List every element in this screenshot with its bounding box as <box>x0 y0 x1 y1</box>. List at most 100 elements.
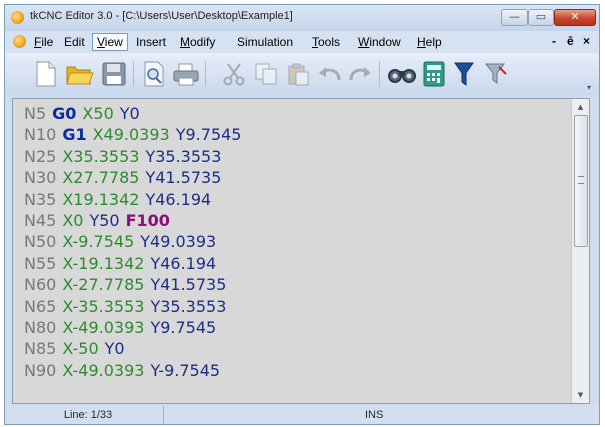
minimize-button[interactable]: — <box>501 9 528 26</box>
document-icon[interactable] <box>13 35 26 48</box>
code-line[interactable]: N55 X-19.1342 Y46.194 <box>24 253 571 274</box>
code-token-seq: N30 <box>24 168 57 188</box>
status-bar: Line: 1/33 INS <box>5 406 599 424</box>
redo-icon[interactable] <box>345 59 375 89</box>
mdi-close-button[interactable]: × <box>583 34 590 48</box>
code-editor[interactable]: N5 G0 X50 Y0 N10 G1 X49.0393 Y9.7545 N25 X35.3553… <box>12 98 590 404</box>
print-preview-icon[interactable] <box>139 59 169 89</box>
funnel-filter-icon[interactable] <box>449 59 479 89</box>
code-token-seq: N90 <box>24 360 57 380</box>
code-token-x: X-49.0393 <box>62 360 145 380</box>
code-token-y: Y0 <box>119 104 140 123</box>
copy-icon[interactable] <box>251 59 281 89</box>
code-token-g: G1 <box>62 125 87 145</box>
code-token-seq: N5 <box>24 104 47 123</box>
code-token-f: F100 <box>125 210 170 230</box>
cut-icon[interactable] <box>219 59 249 89</box>
print-icon[interactable] <box>171 59 201 89</box>
menu-tools[interactable]: Tools <box>308 33 344 51</box>
window-title: tkCNC Editor 3.0 - [C:\Users\User\Deskto… <box>30 10 293 22</box>
code-token-x: X27.7785 <box>62 168 140 188</box>
code-token-x: X-27.7785 <box>62 275 145 295</box>
code-line[interactable]: N65 X-35.3553 Y35.3553 <box>24 296 571 317</box>
menu-simulation[interactable]: Simulation <box>233 33 297 51</box>
code-token-seq: N35 <box>24 189 57 209</box>
menu-view[interactable]: View <box>92 33 128 51</box>
code-token-x: X-50 <box>62 339 99 359</box>
status-insert-mode: INS <box>365 409 384 421</box>
title-bar[interactable]: tkCNC Editor 3.0 - [C:\Users\User\Deskto… <box>5 5 599 31</box>
code-line[interactable]: N30 X27.7785 Y41.5735 <box>24 167 571 188</box>
code-token-y: Y-9.7545 <box>150 360 221 380</box>
scrollbar-thumb[interactable] <box>574 115 588 247</box>
scroll-down-arrow-icon[interactable]: ▼ <box>572 387 589 403</box>
code-token-x: X0 <box>62 210 84 230</box>
menu-insert[interactable]: Insert <box>132 33 170 51</box>
code-token-x: X-19.1342 <box>62 253 145 273</box>
mdi-restore-button[interactable]: ē <box>567 34 574 48</box>
code-token-seq: N60 <box>24 275 57 295</box>
code-token-seq: N25 <box>24 146 57 166</box>
code-token-x: X50 <box>82 104 114 123</box>
code-line[interactable]: N45 X0 Y50 F100 <box>24 210 571 231</box>
toolbar-separator <box>205 61 206 87</box>
status-line-number: Line: 1/33 <box>13 406 164 424</box>
code-token-seq: N50 <box>24 232 57 252</box>
vertical-scrollbar[interactable]: ▲ ▼ <box>571 99 589 403</box>
paste-icon[interactable] <box>283 59 313 89</box>
code-token-y: Y41.5735 <box>145 168 222 188</box>
code-line[interactable]: N35 X19.1342 Y46.194 <box>24 189 571 210</box>
code-token-seq: N10 <box>24 125 57 145</box>
menu-edit[interactable]: Edit <box>60 33 89 51</box>
code-token-seq: N85 <box>24 339 57 359</box>
scroll-up-arrow-icon[interactable]: ▲ <box>572 99 589 115</box>
toolbar-separator <box>133 61 134 87</box>
code-text-area[interactable]: N5 G0 X50 Y0 N10 G1 X49.0393 Y9.7545 N25 X35.3553… <box>24 103 571 381</box>
code-line[interactable]: N5 G0 X50 Y0 <box>24 103 571 124</box>
code-token-x: X49.0393 <box>92 125 170 145</box>
code-line[interactable]: N80 X-49.0393 Y9.7545 <box>24 317 571 338</box>
funnel-clear-icon[interactable] <box>481 59 511 89</box>
code-line[interactable]: N85 X-50 Y0 <box>24 338 571 359</box>
code-token-x: X-9.7545 <box>62 232 135 252</box>
close-button[interactable]: ✕ <box>554 9 596 26</box>
code-token-y: Y9.7545 <box>150 317 217 337</box>
code-token-x: X35.3553 <box>62 146 140 166</box>
find-binoculars-icon[interactable] <box>387 59 417 89</box>
undo-icon[interactable] <box>315 59 345 89</box>
menu-bar: File Edit View Insert Modify Simulation … <box>5 31 599 53</box>
code-token-y: Y49.0393 <box>140 232 217 252</box>
code-token-x: X-49.0393 <box>62 317 145 337</box>
maximize-button[interactable]: ▭ <box>528 9 554 26</box>
code-token-seq: N45 <box>24 210 57 230</box>
code-token-g: G0 <box>52 104 77 123</box>
menu-window[interactable]: Window <box>354 33 405 51</box>
menu-modify[interactable]: Modify <box>176 33 219 51</box>
calculator-icon[interactable] <box>419 59 449 89</box>
app-window: tkCNC Editor 3.0 - [C:\Users\User\Deskto… <box>4 4 600 425</box>
code-line[interactable]: N25 X35.3553 Y35.3553 <box>24 146 571 167</box>
code-token-x: X19.1342 <box>62 189 140 209</box>
code-token-seq: N65 <box>24 296 57 316</box>
code-line[interactable]: N60 X-27.7785 Y41.5735 <box>24 274 571 295</box>
code-line[interactable]: N10 G1 X49.0393 Y9.7545 <box>24 124 571 145</box>
app-logo-icon[interactable] <box>11 11 24 24</box>
code-token-y: Y50 <box>89 210 120 230</box>
new-file-icon[interactable] <box>31 59 61 89</box>
code-token-seq: N55 <box>24 253 57 273</box>
code-token-y: Y35.3553 <box>150 296 227 316</box>
toolbar-separator <box>379 61 380 87</box>
code-token-y: Y46.194 <box>145 189 212 209</box>
code-line[interactable]: N90 X-49.0393 Y-9.7545 <box>24 360 571 381</box>
toolbar: ▾ <box>5 53 599 95</box>
save-icon[interactable] <box>99 59 129 89</box>
code-token-y: Y41.5735 <box>150 275 227 295</box>
code-line[interactable]: N50 X-9.7545 Y49.0393 <box>24 231 571 252</box>
menu-file[interactable]: File <box>30 33 57 51</box>
mdi-minimize-button[interactable]: - <box>552 34 556 48</box>
code-token-y: Y46.194 <box>150 253 217 273</box>
code-token-seq: N80 <box>24 317 57 337</box>
toolbar-options-icon[interactable]: ▾ <box>587 83 595 92</box>
menu-help[interactable]: Help <box>413 33 446 51</box>
open-folder-icon[interactable] <box>65 59 95 89</box>
